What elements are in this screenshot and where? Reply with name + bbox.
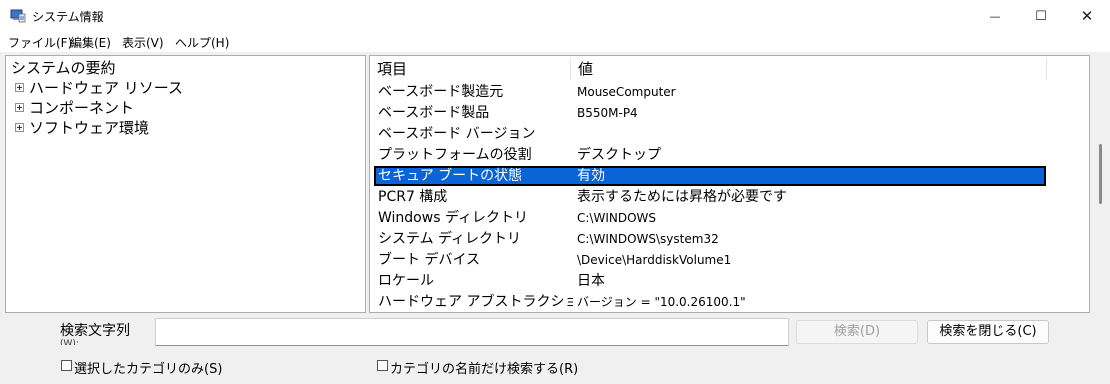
row-value: \Device\HarddiskVolume1 <box>577 253 732 267</box>
row-item: システム ディレクトリ <box>378 231 522 247</box>
selected-category-only-checkbox[interactable] <box>61 360 72 371</box>
row-value: 日本 <box>577 273 605 289</box>
row-value: B550M-P4 <box>577 106 638 120</box>
search-input[interactable] <box>155 318 789 346</box>
expand-icon[interactable] <box>15 123 24 132</box>
tree-item-hardware-resources[interactable]: ハードウェア リソース <box>29 77 183 98</box>
category-names-only-label: カテゴリの名前だけ検索する(R) <box>390 362 579 377</box>
table-row[interactable]: ハードウェア アブストラクション ... バージョン = "10.0.26100… <box>374 292 1046 312</box>
row-value: デスクトップ <box>577 147 661 163</box>
expand-icon[interactable] <box>15 83 24 92</box>
title-bar: システム情報 — ☐ ✕ <box>0 0 1110 32</box>
row-item: ベースボード バージョン <box>378 126 536 142</box>
row-item: ベースボード製造元 <box>378 84 504 100</box>
table-row[interactable]: ブート デバイス \Device\HarddiskVolume1 <box>374 250 1046 270</box>
row-value: MouseComputer <box>577 85 676 99</box>
row-item: ベースボード製品 <box>378 105 490 121</box>
maximize-button[interactable]: ☐ <box>1018 0 1064 32</box>
column-header-value[interactable]: 値 <box>571 56 1046 82</box>
row-value: 有効 <box>577 168 605 184</box>
system-information-app-icon <box>10 9 26 23</box>
row-item: Windows ディレクトリ <box>378 210 528 226</box>
search-label-accelerator: (W): <box>60 339 79 345</box>
expand-icon[interactable] <box>15 103 24 112</box>
minimize-icon: — <box>989 9 1001 23</box>
search-label: 検索文字列 <box>60 323 130 339</box>
table-row[interactable]: プラットフォームの役割 デスクトップ <box>374 145 1046 165</box>
selected-category-only-label: 選択したカテゴリのみ(S) <box>74 362 223 377</box>
tree-item-system-summary[interactable]: システムの要約 <box>11 57 116 78</box>
category-tree[interactable]: システムの要約 ハードウェア リソース コンポーネント ソフトウェア環境 <box>5 55 366 313</box>
row-value: C:\WINDOWS <box>577 211 657 225</box>
window-title: システム情報 <box>32 10 104 24</box>
menu-view[interactable]: 表示(V) <box>122 34 164 51</box>
row-value: 表示するためには昇格が必要です <box>577 189 787 205</box>
category-names-only-checkbox[interactable] <box>377 360 388 371</box>
table-row[interactable]: ベースボード バージョン <box>374 124 1046 144</box>
row-item: ハードウェア アブストラクション ... <box>378 294 573 310</box>
search-button[interactable]: 検索(D) <box>796 320 918 344</box>
close-window-button[interactable]: ✕ <box>1064 0 1110 32</box>
menu-bar: ファイル(F) 編集(E) 表示(V) ヘルプ(H) <box>0 32 1110 52</box>
scrollbar-thumb[interactable] <box>1099 144 1102 204</box>
tree-item-software-environment[interactable]: ソフトウェア環境 <box>29 117 149 138</box>
row-item: セキュア ブートの状態 <box>378 168 523 184</box>
table-row[interactable]: システム ディレクトリ C:\WINDOWS\system32 <box>374 229 1046 249</box>
row-value: バージョン = "10.0.26100.1" <box>577 295 746 309</box>
close-search-button[interactable]: 検索を閉じる(C) <box>927 320 1049 344</box>
maximize-icon: ☐ <box>1035 8 1047 24</box>
minimize-button[interactable]: — <box>972 0 1018 32</box>
menu-file[interactable]: ファイル(F) <box>8 34 72 51</box>
tree-item-components[interactable]: コンポーネント <box>29 97 134 118</box>
row-value: C:\WINDOWS\system32 <box>577 232 719 246</box>
menu-edit[interactable]: 編集(E) <box>70 34 111 51</box>
row-item: プラットフォームの役割 <box>378 147 532 163</box>
row-item: ロケール <box>378 273 434 289</box>
row-item: ブート デバイス <box>378 252 481 268</box>
table-row[interactable]: Windows ディレクトリ C:\WINDOWS <box>374 208 1046 228</box>
column-header-item[interactable]: 項目 <box>370 56 570 82</box>
table-row[interactable]: PCR7 構成 表示するためには昇格が必要です <box>374 187 1046 207</box>
close-icon: ✕ <box>1080 7 1094 25</box>
row-item: PCR7 構成 <box>378 189 448 205</box>
table-row[interactable]: ロケール 日本 <box>374 271 1046 291</box>
details-list[interactable]: 項目 値 ベースボード製造元 MouseComputer ベースボード製品 B5… <box>369 55 1090 313</box>
table-row[interactable]: ベースボード製品 B550M-P4 <box>374 103 1046 123</box>
table-row[interactable]: ベースボード製造元 MouseComputer <box>374 82 1046 102</box>
column-separator[interactable] <box>1046 58 1047 80</box>
table-row-selected[interactable]: セキュア ブートの状態 有効 <box>374 166 1046 186</box>
menu-help[interactable]: ヘルプ(H) <box>175 34 229 51</box>
